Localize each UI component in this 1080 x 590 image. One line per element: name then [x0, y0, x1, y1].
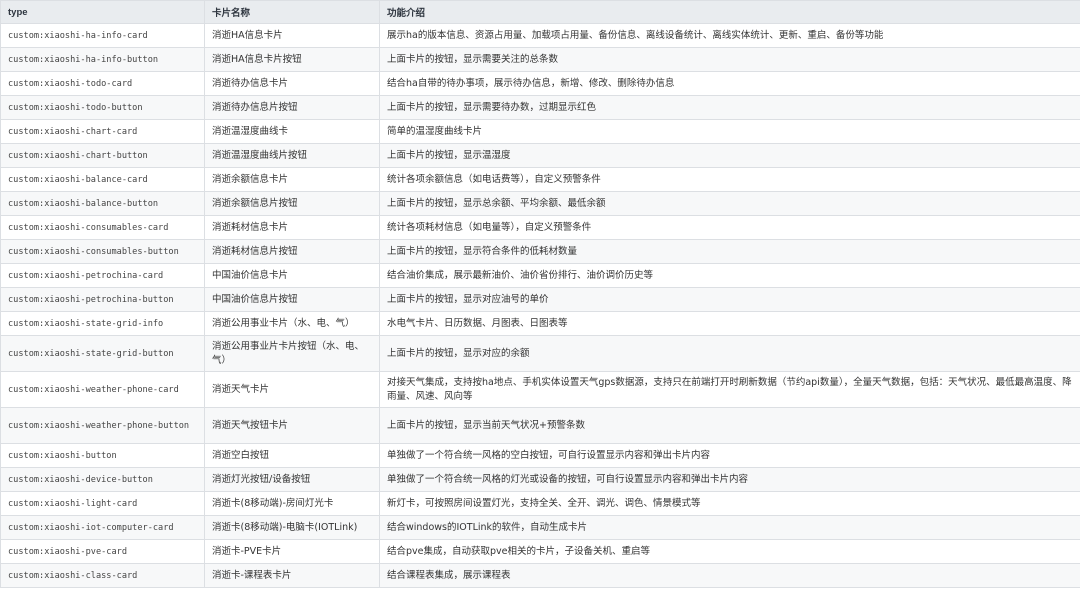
description-cell: 结合课程表集成，展示课程表 — [379, 563, 1080, 588]
description-cell: 上面卡片的按钮，显示对应油号的单价 — [379, 287, 1080, 312]
table-row: custom:xiaoshi-weather-phone-card 消逝天气卡片对… — [0, 371, 1080, 408]
type-cell: custom:xiaoshi-weather-phone-button — [0, 407, 205, 444]
type-cell: custom:xiaoshi-balance-card — [0, 167, 205, 192]
type-cell: custom:xiaoshi-todo-card — [0, 71, 205, 96]
type-cell: custom:xiaoshi-state-grid-info — [0, 311, 205, 336]
card-name-cell: 消逝耗材信息片按钮 — [204, 239, 380, 264]
card-name-cell: 消逝天气卡片 — [204, 371, 380, 408]
table-row: custom:xiaoshi-pve-card 消逝卡-PVE卡片 结合pve集成，… — [0, 539, 1080, 564]
description-cell: 新灯卡，可按照房间设置灯光，支持全关、全开、调光、调色、情景模式等 — [379, 491, 1080, 516]
type-cell: custom:xiaoshi-chart-button — [0, 143, 205, 168]
table-row: custom:xiaoshi-balance-button 消逝余额信息片按钮 上面… — [0, 191, 1080, 216]
table-header: type 卡片名称 功能介绍 — [0, 0, 1080, 24]
card-name-cell: 消逝温湿度曲线片按钮 — [204, 143, 380, 168]
card-name-cell: 消逝余额信息卡片 — [204, 167, 380, 192]
table-row: custom:xiaoshi-ha-info-card 消逝HA信息卡片 展示ha的… — [0, 23, 1080, 48]
type-cell: custom:xiaoshi-petrochina-card — [0, 263, 205, 288]
card-name-cell: 消逝卡-课程表卡片 — [204, 563, 380, 588]
table-row: custom:xiaoshi-class-card 消逝卡-课程表卡片 结合课程表集… — [0, 563, 1080, 588]
description-cell: 统计各项余额信息（如电话费等），自定义预警条件 — [379, 167, 1080, 192]
card-name-cell: 消逝卡(8移动端)-电脑卡(IOTLink) — [204, 515, 380, 540]
type-cell: custom:xiaoshi-device-button — [0, 467, 205, 492]
type-cell: custom:xiaoshi-class-card — [0, 563, 205, 588]
card-table: type 卡片名称 功能介绍 custom:xiaoshi-ha-info-ca… — [0, 0, 1080, 588]
card-name-cell: 消逝灯光按钮/设备按钮 — [204, 467, 380, 492]
card-name-cell: 消逝HA信息卡片 — [204, 23, 380, 48]
description-cell: 上面卡片的按钮，显示温湿度 — [379, 143, 1080, 168]
description-cell: 结合pve集成，自动获取pve相关的卡片，子设备关机、重启等 — [379, 539, 1080, 564]
table-row: custom:xiaoshi-consumables-button 消逝耗材信息片… — [0, 239, 1080, 264]
table-row: custom:xiaoshi-todo-card 消逝待办信息卡片 结合ha自带的待… — [0, 71, 1080, 96]
type-cell: custom:xiaoshi-light-card — [0, 491, 205, 516]
type-cell: custom:xiaoshi-chart-card — [0, 119, 205, 144]
description-cell: 简单的温湿度曲线卡片 — [379, 119, 1080, 144]
card-name-cell: 中国油价信息卡片 — [204, 263, 380, 288]
table-row: custom:xiaoshi-button 消逝空白按钮 单独做了一个符合统一风格的… — [0, 443, 1080, 468]
type-cell: custom:xiaoshi-consumables-card — [0, 215, 205, 240]
description-cell: 单独做了一个符合统一风格的空白按钮，可自行设置显示内容和弹出卡片内容 — [379, 443, 1080, 468]
type-cell: custom:xiaoshi-consumables-button — [0, 239, 205, 264]
table-row: custom:xiaoshi-device-button 消逝灯光按钮/设备按钮单… — [0, 467, 1080, 492]
card-name-cell: 消逝待办信息卡片 — [204, 71, 380, 96]
type-cell: custom:xiaoshi-state-grid-button — [0, 335, 205, 372]
table-body: custom:xiaoshi-ha-info-card 消逝HA信息卡片 展示ha的… — [0, 23, 1080, 588]
header-description: 功能介绍 — [379, 0, 1080, 24]
header-type: type — [0, 0, 205, 24]
type-cell: custom:xiaoshi-ha-info-button — [0, 47, 205, 72]
type-cell: custom:xiaoshi-todo-button — [0, 95, 205, 120]
type-cell: custom:xiaoshi-iot-computer-card — [0, 515, 205, 540]
description-cell: 结合ha自带的待办事项，展示待办信息，新增、修改、删除待办信息 — [379, 71, 1080, 96]
table-row: custom:xiaoshi-petrochina-button 中国油价信息片按… — [0, 287, 1080, 312]
card-name-cell: 消逝公用事业卡片（水、电、气） — [204, 311, 380, 336]
table-row: custom:xiaoshi-todo-button 消逝待办信息片按钮 上面卡片的… — [0, 95, 1080, 120]
description-cell: 结合油价集成，展示最新油价、油价省份排行、油价调价历史等 — [379, 263, 1080, 288]
description-cell: 统计各项耗材信息（如电量等），自定义预警条件 — [379, 215, 1080, 240]
card-name-cell: 消逝公用事业片卡片按钮（水、电、气） — [204, 335, 380, 372]
description-cell: 上面卡片的按钮，显示总余额、平均余额、最低余额 — [379, 191, 1080, 216]
card-name-cell: 消逝卡(8移动端)-房间灯光卡 — [204, 491, 380, 516]
type-cell: custom:xiaoshi-balance-button — [0, 191, 205, 216]
type-cell: custom:xiaoshi-button — [0, 443, 205, 468]
table-row: custom:xiaoshi-ha-info-button 消逝HA信息卡片按钮上… — [0, 47, 1080, 72]
table-row: custom:xiaoshi-consumables-card 消逝耗材信息卡片统… — [0, 215, 1080, 240]
description-cell: 上面卡片的按钮，显示需要待办数，过期显示红色 — [379, 95, 1080, 120]
type-cell: custom:xiaoshi-ha-info-card — [0, 23, 205, 48]
card-name-cell: 消逝耗材信息卡片 — [204, 215, 380, 240]
card-name-cell: 消逝余额信息片按钮 — [204, 191, 380, 216]
description-cell: 上面卡片的按钮，显示需要关注的总条数 — [379, 47, 1080, 72]
description-cell: 水电气卡片、日历数据、月图表、日图表等 — [379, 311, 1080, 336]
type-cell: custom:xiaoshi-pve-card — [0, 539, 205, 564]
type-cell: custom:xiaoshi-weather-phone-card — [0, 371, 205, 408]
table-row: custom:xiaoshi-state-grid-button 消逝公用事业片卡… — [0, 335, 1080, 372]
table-row: custom:xiaoshi-iot-computer-card 消逝卡(8移动端… — [0, 515, 1080, 540]
card-name-cell: 消逝待办信息片按钮 — [204, 95, 380, 120]
table-row: custom:xiaoshi-light-card 消逝卡(8移动端)-房间灯光卡… — [0, 491, 1080, 516]
description-cell: 上面卡片的按钮，显示对应的余额 — [379, 335, 1080, 372]
card-name-cell: 消逝空白按钮 — [204, 443, 380, 468]
card-name-cell: 消逝温湿度曲线卡 — [204, 119, 380, 144]
table-row: custom:xiaoshi-chart-button 消逝温湿度曲线片按钮 上面卡… — [0, 143, 1080, 168]
type-cell: custom:xiaoshi-petrochina-button — [0, 287, 205, 312]
card-name-cell: 消逝HA信息卡片按钮 — [204, 47, 380, 72]
description-cell: 上面卡片的按钮，显示当前天气状况+预警条数 — [379, 407, 1080, 444]
card-name-cell: 消逝卡-PVE卡片 — [204, 539, 380, 564]
table-row: custom:xiaoshi-chart-card 消逝温湿度曲线卡 简单的温湿度曲… — [0, 119, 1080, 144]
card-name-cell: 消逝天气按钮卡片 — [204, 407, 380, 444]
table-row: custom:xiaoshi-balance-card 消逝余额信息卡片 统计各项余… — [0, 167, 1080, 192]
table-row: custom:xiaoshi-state-grid-info 消逝公用事业卡片（水… — [0, 311, 1080, 336]
description-cell: 单独做了一个符合统一风格的灯光或设备的按钮，可自行设置显示内容和弹出卡片内容 — [379, 467, 1080, 492]
description-cell: 展示ha的版本信息、资源占用量、加载项占用量、备份信息、离线设备统计、离线实体统… — [379, 23, 1080, 48]
description-cell: 上面卡片的按钮，显示符合条件的低耗材数量 — [379, 239, 1080, 264]
header-card-name: 卡片名称 — [204, 0, 380, 24]
description-cell: 结合windows的IOTLink的软件，自动生成卡片 — [379, 515, 1080, 540]
table-row: custom:xiaoshi-petrochina-card 中国油价信息卡片 结合… — [0, 263, 1080, 288]
table-row: custom:xiaoshi-weather-phone-button 消逝天气按… — [0, 407, 1080, 444]
description-cell: 对接天气集成，支持按ha地点、手机实体设置天气gps数据源，支持只在前端打开时刷… — [379, 371, 1080, 408]
card-name-cell: 中国油价信息片按钮 — [204, 287, 380, 312]
